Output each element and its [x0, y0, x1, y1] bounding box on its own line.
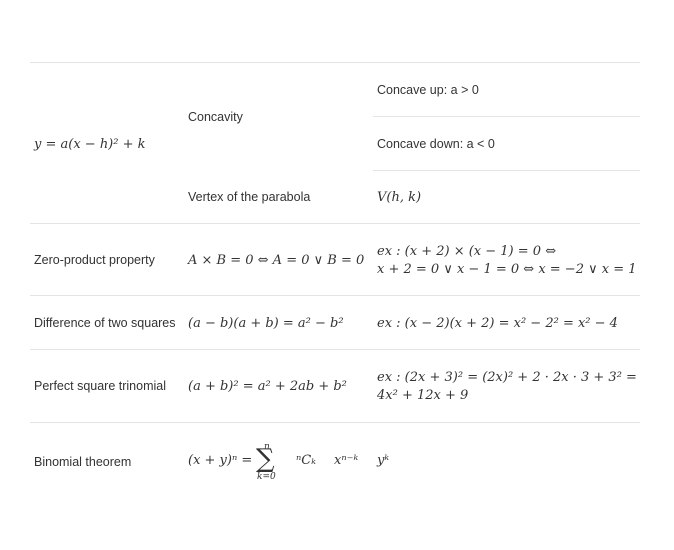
- zero-product-example-line2: x + 2 = 0 ∨ x − 1 = 0 ⇔ x = −2 ∨ x = 1: [377, 262, 637, 277]
- binomial-y-power: yᵏ: [377, 453, 390, 468]
- row-divider: [373, 170, 640, 171]
- binomial-lhs: (x + y)ⁿ =: [188, 453, 253, 468]
- concave-down-text: Concave down: a < 0: [377, 137, 495, 151]
- difference-squares-example: ex : (x − 2)(x + 2) = x² − 2² = x² − 4: [377, 316, 618, 331]
- vertex-label: Vertex of the parabola: [188, 190, 311, 204]
- zero-product-label: Zero-product property: [34, 253, 155, 267]
- binomial-label: Binomial theorem: [34, 455, 132, 469]
- difference-squares-label: Difference of two squares: [34, 316, 176, 330]
- row-divider: [30, 422, 640, 423]
- summation-upper-limit: n: [264, 442, 270, 452]
- concave-up-text: Concave up: a > 0: [377, 83, 479, 97]
- zero-product-example-line1: ex : (x + 2) × (x − 1) = 0 ⇔: [377, 244, 557, 259]
- binomial-coefficient: ⁿCₖ: [296, 453, 316, 468]
- row-divider: [30, 295, 640, 296]
- zero-product-formula: A × B = 0 ⇔ A = 0 ∨ B = 0: [188, 253, 365, 268]
- row-divider: [30, 349, 640, 350]
- row-divider: [30, 62, 640, 63]
- perfect-square-formula: (a + b)² = a² + 2ab + b²: [188, 379, 347, 394]
- vertex-form-equation: y = a(x − h)² + k: [34, 137, 146, 152]
- vertex-value: V(h, k): [377, 190, 422, 205]
- perfect-square-label: Perfect square trinomial: [34, 379, 167, 393]
- perfect-square-example-line1: ex : (2x + 3)² = (2x)² + 2 · 2x · 3 + 3²…: [377, 370, 637, 385]
- summation-lower-limit: k=0: [257, 472, 276, 482]
- perfect-square-example-line2: 4x² + 12x + 9: [377, 388, 469, 403]
- row-divider: [30, 223, 640, 224]
- binomial-x-power: xⁿ⁻ᵏ: [334, 453, 359, 468]
- row-divider: [373, 116, 640, 117]
- difference-squares-formula: (a − b)(a + b) = a² − b²: [188, 316, 344, 331]
- concavity-label: Concavity: [188, 110, 243, 124]
